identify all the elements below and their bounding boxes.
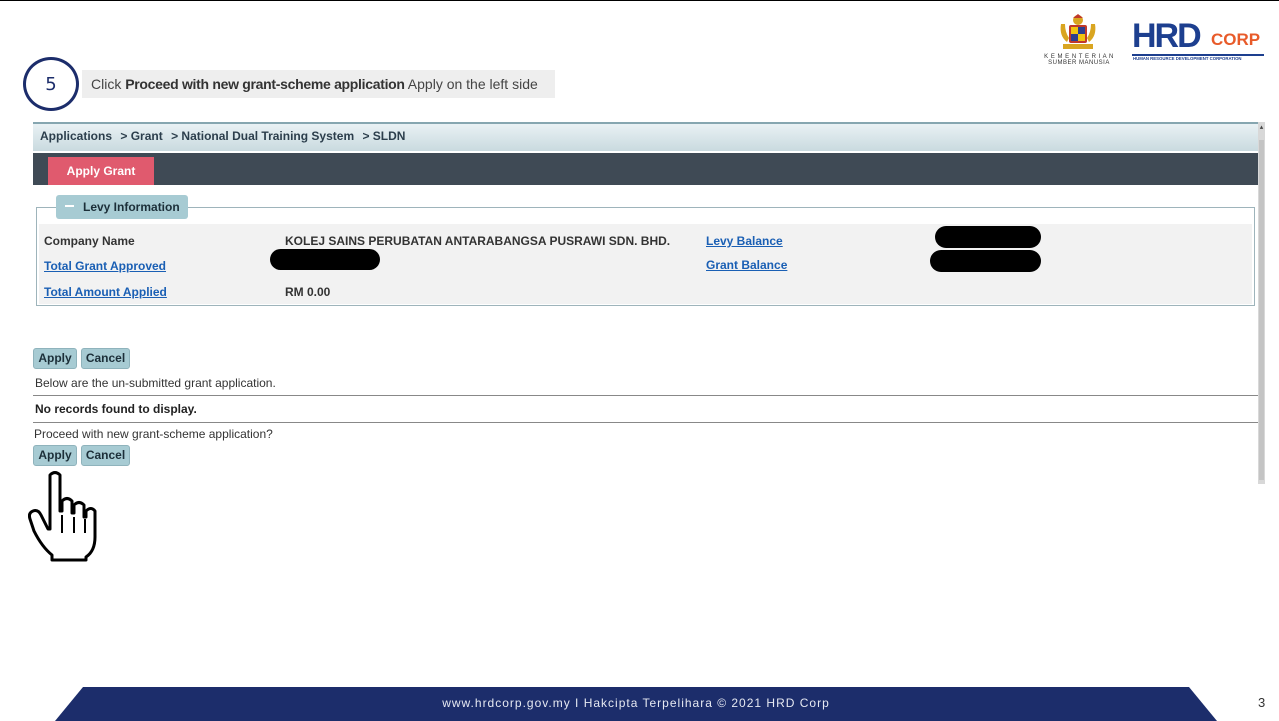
instruction-suffix: Apply on the left side: [407, 76, 538, 92]
instruction-prefix: Click: [91, 76, 122, 92]
breadcrumb-ndts[interactable]: > National Dual Training System: [171, 129, 354, 143]
hrd-logo-word: HRD: [1132, 17, 1202, 55]
apply-button-proceed[interactable]: Apply: [33, 445, 77, 466]
top-border: [0, 0, 1279, 1]
total-grant-approved-redacted: [270, 249, 380, 270]
instruction-highlight: Proceed with new grant-scheme applicatio…: [125, 76, 405, 92]
company-name-value: KOLEJ SAINS PERUBATAN ANTARABANGSA PUSRA…: [285, 234, 671, 248]
breadcrumb-grant[interactable]: > Grant: [120, 129, 162, 143]
records-table: No records found to display.: [33, 395, 1258, 423]
scrollbar-thumb[interactable]: [1259, 140, 1264, 480]
hand-pointer-icon: [28, 471, 97, 562]
malaysia-crest-icon: [1060, 14, 1096, 49]
step-instruction: Click Proceed with new grant-scheme appl…: [82, 70, 555, 98]
ministry-logo: K E M E N T E R I A N SUMBER MANUSIA: [1042, 12, 1116, 66]
levy-information-toggle[interactable]: Levy Information: [56, 195, 188, 219]
corp-logo-word: CORP: [1211, 30, 1261, 49]
apply-button-top[interactable]: Apply: [33, 348, 77, 369]
tab-apply-grant[interactable]: Apply Grant: [48, 157, 154, 185]
page-number: 3: [1258, 695, 1266, 710]
step-number-badge: 5: [23, 57, 79, 111]
total-amount-applied-link[interactable]: Total Amount Applied: [44, 285, 167, 299]
unsubmitted-note: Below are the un-submitted grant applica…: [35, 376, 276, 390]
company-name-label: Company Name: [44, 234, 135, 248]
cancel-button-proceed[interactable]: Cancel: [81, 445, 130, 466]
proceed-question: Proceed with new grant-scheme applicatio…: [34, 427, 273, 441]
hrd-corp-logo: HRD CORP HUMAN RESOURCE DEVELOPMENT CORP…: [1132, 18, 1266, 64]
cancel-button-top[interactable]: Cancel: [81, 348, 130, 369]
breadcrumb-sldn: > SLDN: [362, 129, 406, 143]
grant-balance-link[interactable]: Grant Balance: [706, 258, 787, 272]
tab-bar: Apply Grant: [33, 153, 1258, 185]
levy-information-legend: Levy Information: [83, 200, 180, 214]
total-amount-applied-value: RM 0.00: [285, 285, 331, 299]
scroll-up-arrow-icon[interactable]: ▴: [1258, 124, 1265, 132]
breadcrumb-applications[interactable]: Applications: [40, 129, 112, 143]
levy-information-panel: Levy Information Company Name KOLEJ SAIN…: [36, 195, 1255, 306]
ministry-text-bottom: SUMBER MANUSIA: [1048, 60, 1110, 66]
hrd-logo-subtitle: HUMAN RESOURCE DEVELOPMENT CORPORATION: [1133, 56, 1242, 61]
breadcrumb: Applications > Grant > National Dual Tra…: [33, 122, 1258, 151]
footer-text: www.hrdcorp.gov.my I Hakcipta Terpelihar…: [442, 696, 830, 710]
collapse-minus-icon[interactable]: [65, 205, 74, 207]
application-frame: Applications > Grant > National Dual Tra…: [33, 122, 1265, 484]
levy-balance-link[interactable]: Levy Balance: [706, 234, 783, 248]
no-records-message: No records found to display.: [35, 402, 197, 416]
levy-balance-redacted: [935, 226, 1041, 248]
vertical-scrollbar[interactable]: ▴: [1258, 122, 1265, 484]
grant-balance-redacted: [930, 250, 1041, 272]
levy-grid: Company Name KOLEJ SAINS PERUBATAN ANTAR…: [39, 224, 1252, 304]
total-grant-approved-link[interactable]: Total Grant Approved: [44, 259, 166, 273]
